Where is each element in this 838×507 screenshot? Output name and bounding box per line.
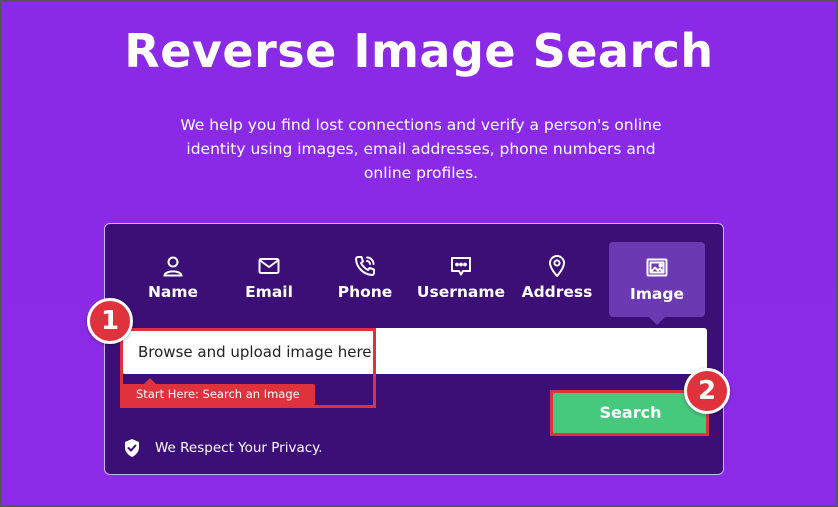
privacy-text: We Respect Your Privacy. (155, 440, 323, 456)
tab-label: Name (147, 283, 199, 301)
image-icon (646, 258, 668, 277)
step-badge-2: 2 (684, 368, 730, 414)
page-title: Reverse Image Search (124, 24, 714, 78)
tab-email[interactable]: Email (221, 242, 317, 316)
person-icon (163, 256, 183, 277)
tab-name[interactable]: Name (125, 242, 221, 316)
tab-label: Phone (337, 283, 393, 301)
tab-label: Email (245, 283, 293, 301)
step-badge-1: 1 (87, 298, 133, 344)
location-pin-icon (549, 255, 565, 277)
shield-check-icon (125, 439, 139, 457)
tab-username[interactable]: Username (413, 242, 509, 316)
page-subtitle: We help you find lost connections and ve… (180, 116, 662, 182)
tab-label: Image (630, 285, 684, 303)
tab-address[interactable]: Address (509, 242, 605, 316)
envelope-icon (258, 258, 280, 274)
start-here-hint: Start Here: Search an Image (122, 378, 315, 405)
tab-label: Address (521, 283, 593, 301)
search-type-tabs: Name Email Phone Username Address Image (121, 242, 709, 325)
tab-image[interactable]: Image (609, 242, 705, 325)
tab-phone[interactable]: Phone (317, 242, 413, 316)
phone-icon (355, 256, 375, 276)
chat-icon (451, 257, 471, 276)
tab-label: Username (416, 283, 506, 301)
search-panel: Name Email Phone Username Address Image … (104, 223, 724, 475)
